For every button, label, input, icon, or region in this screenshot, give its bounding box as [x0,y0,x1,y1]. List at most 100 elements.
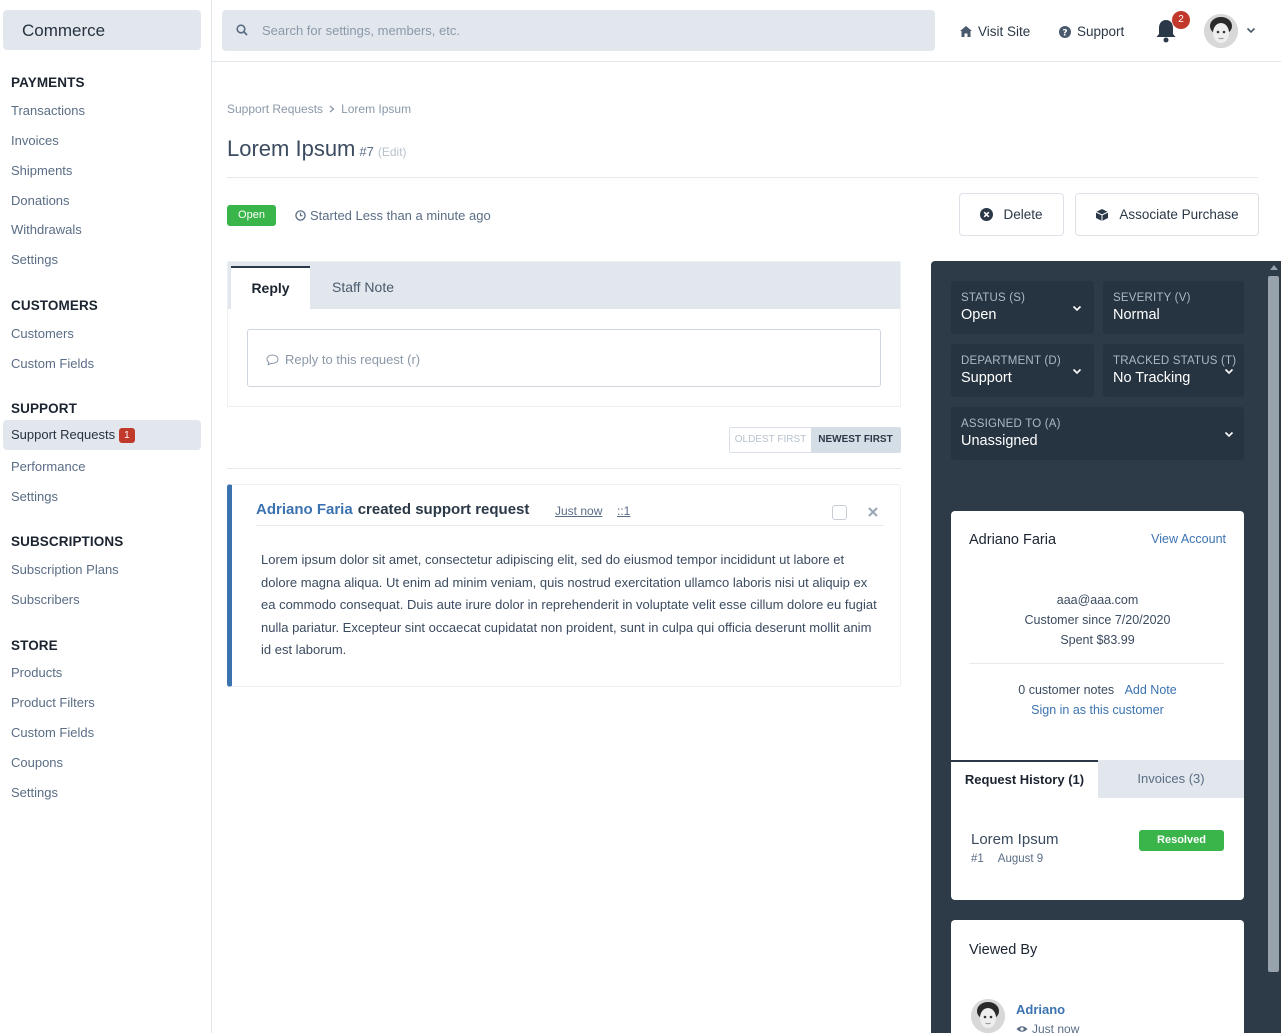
nav-section-support: SUPPORT [11,401,77,416]
reply-input[interactable]: Reply to this request (r) [247,329,881,387]
add-note-link[interactable]: Add Note [1125,683,1177,697]
nav-item-product-filters[interactable]: Product Filters [11,695,95,710]
nav-item-performance[interactable]: Performance [11,459,85,474]
delete-label: Delete [1003,207,1043,222]
chevron-down-icon[interactable] [1246,25,1256,35]
support-label: Support [1077,24,1125,39]
resolved-badge: Resolved [1139,830,1224,851]
breadcrumb-support-requests[interactable]: Support Requests [227,102,323,116]
history-tabs: Request History (1) Invoices (3) [951,760,1244,798]
nav-section-customers: CUSTOMERS [11,298,98,313]
status-select[interactable]: STATUS (S) Open [951,281,1094,334]
started-info: Started Less than a minute ago [295,208,491,223]
customer-notes-row: 0 customer notes Add Note [951,683,1244,697]
severity-select[interactable]: SEVERITY (V) Normal [1103,281,1244,334]
visit-site-link[interactable]: Visit Site [960,24,1030,39]
history-item-title[interactable]: Lorem Ipsum [971,831,1059,848]
nav-item-subscribers[interactable]: Subscribers [11,592,80,607]
comment-icon [266,354,279,366]
message-card: Adriano Faria created support request Ju… [227,484,901,687]
support-requests-badge: 1 [119,428,135,443]
nav-item-coupons[interactable]: Coupons [11,755,63,770]
message-time[interactable]: Just now [555,504,602,518]
nav-item-payment-settings[interactable]: Settings [11,252,58,267]
nav-item-support-requests[interactable]: Support Requests 1 [3,420,201,450]
nav-item-store-settings[interactable]: Settings [11,785,58,800]
brand-logo[interactable]: Commerce [3,10,201,50]
page-title-text: Lorem Ipsum [227,136,356,161]
chevron-down-icon [1224,368,1234,375]
tab-reply[interactable]: Reply [231,266,310,309]
status-badge: Open [227,205,276,226]
nav-item-withdrawals[interactable]: Withdrawals [11,222,82,237]
support-link[interactable]: ? Support [1059,24,1124,39]
visit-site-label: Visit Site [978,24,1031,39]
search-input[interactable] [222,10,935,51]
view-account-link[interactable]: View Account [1151,532,1226,546]
chevron-down-icon [1224,431,1234,438]
message-action: created support request [357,501,530,518]
nav-item-invoices[interactable]: Invoices [11,133,59,148]
delete-button[interactable]: Delete [959,193,1064,236]
nav-item-shipments[interactable]: Shipments [11,163,72,178]
customer-since: Customer since 7/20/2020 [1024,613,1171,627]
svg-text:?: ? [1062,28,1067,38]
search-icon [236,24,248,36]
chevron-right-icon [329,105,335,113]
divider [227,177,1258,178]
nav-item-label: Support Requests [11,427,116,442]
notifications-badge: 2 [1172,11,1190,29]
sort-newest-button[interactable]: NEWEST FIRST [811,428,900,452]
sort-toggle: OLDEST FIRST NEWEST FIRST [729,427,901,453]
history-item-number: #1 [971,853,984,865]
customer-card: Adriano Faria View Account aaa@aaa.com C… [951,511,1244,900]
page-title: Lorem Ipsum #7 (Edit) [227,136,407,162]
message-author[interactable]: Adriano Faria [256,501,353,518]
topbar: Visit Site ? Support 2 [212,0,1281,62]
reply-tabs: Reply Staff Note [228,262,900,309]
assigned-label: ASSIGNED TO (A) [961,418,1061,430]
assigned-to-select[interactable]: ASSIGNED TO (A) Unassigned [951,407,1244,460]
nav-item-subscription-plans[interactable]: Subscription Plans [11,562,119,577]
assigned-value: Unassigned [961,433,1038,449]
reply-placeholder: Reply to this request (r) [285,352,421,367]
tab-invoices[interactable]: Invoices (3) [1098,760,1244,798]
user-avatar[interactable] [1204,14,1238,48]
associate-purchase-button[interactable]: Associate Purchase [1075,193,1259,236]
viewed-by-card: Viewed By Adriano Just now [951,920,1244,1033]
nav-item-support-settings[interactable]: Settings [11,489,58,504]
edit-link[interactable]: (Edit) [378,145,407,159]
nav-item-store-custom-fields[interactable]: Custom Fields [11,725,94,740]
sign-in-as-customer-link[interactable]: Sign in as this customer [1031,703,1164,717]
message-checkbox[interactable] [832,505,847,520]
tab-request-history[interactable]: Request History (1) [951,760,1098,798]
nav-item-customers[interactable]: Customers [11,326,74,341]
nav-item-donations[interactable]: Donations [11,193,70,208]
nav-item-products[interactable]: Products [11,665,62,680]
viewer-name[interactable]: Adriano [1016,1002,1065,1017]
nav-section-subscriptions: SUBSCRIPTIONS [11,534,124,549]
history-item-date: August 9 [997,853,1044,865]
department-select[interactable]: DEPARTMENT (D) Support [951,344,1094,397]
nav-section-store: STORE [11,638,58,653]
eye-icon [1016,1026,1028,1032]
message-body: Lorem ipsum dolor sit amet, consectetur … [261,552,877,657]
scroll-thumb[interactable] [1268,276,1279,972]
properties-panel: STATUS (S) Open SEVERITY (V) Normal DEPA… [931,261,1266,1033]
customer-notes-count: 0 customer notes [1018,683,1115,697]
tab-staff-note[interactable]: Staff Note [332,279,394,295]
customer-name: Adriano Faria [969,532,1057,548]
tracked-status-select[interactable]: TRACKED STATUS (T) No Tracking [1103,344,1244,397]
message-header: Adriano Faria created support request [256,501,529,518]
history-item-meta: #1 August 9 [971,853,1043,865]
nav-item-customer-custom-fields[interactable]: Custom Fields [11,356,94,371]
message-id[interactable]: ::1 [617,504,630,518]
nav-item-transactions[interactable]: Transactions [11,103,85,118]
divider [227,468,901,469]
sort-oldest-button[interactable]: OLDEST FIRST [730,428,811,452]
close-icon[interactable] [868,507,878,517]
divider [256,525,884,526]
scroll-up-icon[interactable] [1270,265,1278,270]
divider [969,663,1224,664]
breadcrumb: Support Requests Lorem Ipsum [227,102,411,116]
